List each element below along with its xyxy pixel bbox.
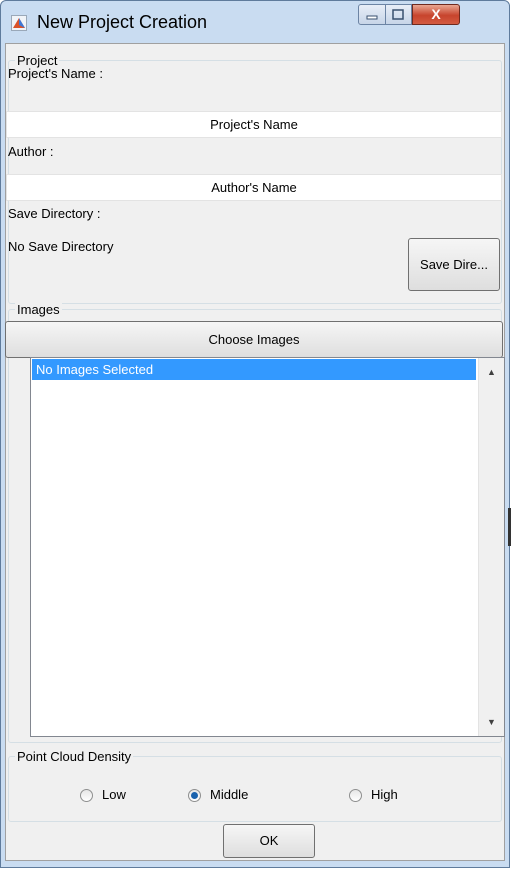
radio-high-circle[interactable]	[349, 789, 362, 802]
save-directory-label: Save Directory :	[8, 206, 101, 221]
radio-low-circle[interactable]	[80, 789, 93, 802]
window: New Project Creation X Project Project's…	[0, 0, 510, 868]
radio-low[interactable]: Low	[80, 787, 160, 805]
ok-button[interactable]: OK	[223, 824, 315, 858]
minimize-button[interactable]	[358, 4, 386, 25]
author-field[interactable]: Author's Name	[6, 174, 502, 201]
radio-middle-circle[interactable]	[188, 789, 201, 802]
save-directory-button-label: Save Dire...	[420, 257, 488, 272]
author-label: Author :	[8, 144, 54, 159]
images-listbox[interactable]: No Images Selected ▲ ▼	[30, 357, 505, 737]
save-directory-value: No Save Directory	[8, 239, 114, 254]
choose-images-label: Choose Images	[208, 332, 300, 347]
radio-high[interactable]: High	[349, 787, 429, 805]
images-legend: Images	[15, 302, 62, 317]
choose-images-button[interactable]: Choose Images	[5, 321, 503, 358]
radio-middle-label: Middle	[210, 787, 249, 802]
list-item[interactable]: No Images Selected	[32, 359, 476, 380]
scroll-down-icon[interactable]: ▼	[479, 712, 504, 732]
background-edge-mark	[508, 508, 511, 546]
radio-low-label: Low	[102, 787, 126, 802]
project-name-field[interactable]: Project's Name	[6, 111, 502, 138]
vertical-scrollbar[interactable]: ▲ ▼	[478, 358, 504, 736]
radio-high-label: High	[371, 787, 398, 802]
project-name-label: Project's Name :	[8, 66, 103, 81]
close-icon: X	[431, 6, 441, 22]
radio-middle[interactable]: Middle	[188, 787, 278, 805]
density-legend: Point Cloud Density	[15, 749, 134, 764]
close-button[interactable]: X	[412, 4, 460, 25]
scroll-up-icon[interactable]: ▲	[479, 362, 504, 382]
maximize-button[interactable]	[386, 4, 412, 25]
window-title: New Project Creation	[37, 12, 208, 32]
save-directory-button[interactable]: Save Dire...	[408, 238, 500, 291]
ok-button-label: OK	[259, 833, 279, 848]
matlab-app-icon	[11, 15, 27, 31]
title-bar[interactable]: New Project Creation X	[1, 1, 509, 43]
